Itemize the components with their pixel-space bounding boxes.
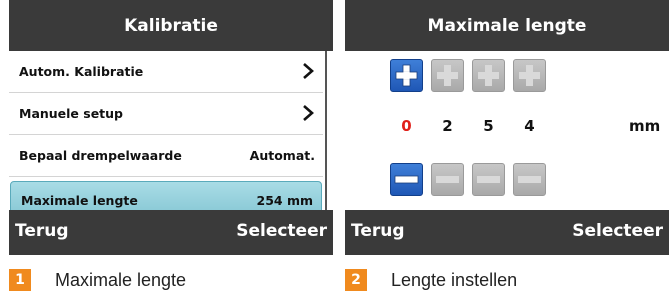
max-length-screen: Maximale lengte 0 2 5 4 mm Terug Selecte… — [345, 0, 669, 255]
decrement-digit-3-button[interactable] — [472, 163, 505, 196]
minus-icon — [477, 176, 500, 183]
menu-item-value: 254 mm — [256, 193, 314, 208]
menu-item-label: Manuele setup — [19, 106, 124, 121]
caption-text: Maximale lengte — [55, 269, 187, 290]
increment-digit-3-button[interactable] — [472, 59, 505, 92]
plus-icon — [478, 65, 499, 86]
plus-icon — [437, 65, 458, 86]
digit-3[interactable]: 5 — [472, 117, 505, 135]
soft-key-bar: Terug Selecteer — [9, 210, 333, 255]
chevron-right-icon — [303, 105, 314, 121]
decrement-digit-4-button[interactable] — [513, 163, 546, 196]
chevron-right-icon — [303, 63, 314, 79]
decrement-digit-1-button[interactable] — [390, 163, 423, 196]
decrement-row — [390, 163, 546, 196]
digit-4[interactable]: 4 — [513, 117, 546, 135]
step-number-badge: 1 — [9, 269, 31, 291]
back-button[interactable]: Terug — [15, 221, 69, 241]
minus-icon — [518, 176, 541, 183]
plus-icon — [519, 65, 540, 86]
menu-item-auto-calibration[interactable]: Autom. Kalibratie — [9, 51, 323, 93]
digit-1[interactable]: 0 — [390, 117, 423, 135]
increment-digit-1-button[interactable] — [390, 59, 423, 92]
step-number-badge: 2 — [345, 269, 367, 291]
scrollbar[interactable] — [325, 51, 327, 210]
decrement-digit-2-button[interactable] — [431, 163, 464, 196]
unit-label: mm — [629, 117, 661, 135]
menu-item-label: Bepaal drempelwaarde — [19, 148, 182, 163]
soft-key-bar: Terug Selecteer — [345, 210, 669, 255]
caption-1: 1 Maximale lengte — [9, 262, 186, 298]
caption-text: Lengte instellen — [391, 269, 518, 290]
menu-item-threshold[interactable]: Bepaal drempelwaarde Automat. — [9, 135, 323, 177]
calibration-menu: Autom. Kalibratie Manuele setup Bepaal d… — [9, 51, 323, 219]
menu-item-label: Autom. Kalibratie — [19, 64, 144, 79]
increment-row — [390, 59, 546, 92]
plus-icon — [395, 64, 418, 87]
increment-digit-4-button[interactable] — [513, 59, 546, 92]
menu-item-value: Automat. — [249, 148, 315, 163]
menu-item-label: Maximale lengte — [21, 193, 138, 208]
increment-digit-2-button[interactable] — [431, 59, 464, 92]
menu-item-manual-setup[interactable]: Manuele setup — [9, 93, 323, 135]
select-button[interactable]: Selecteer — [572, 221, 663, 241]
minus-icon — [394, 175, 419, 184]
digit-2[interactable]: 2 — [431, 117, 464, 135]
length-value-display: 0 2 5 4 mm — [345, 117, 669, 141]
back-button[interactable]: Terug — [351, 221, 405, 241]
calibration-screen: Kalibratie Autom. Kalibratie Manuele set… — [9, 0, 333, 255]
minus-icon — [436, 176, 459, 183]
caption-2: 2 Lengte instellen — [345, 262, 517, 298]
screen-title: Kalibratie — [9, 0, 333, 51]
screen-title: Maximale lengte — [345, 0, 669, 51]
select-button[interactable]: Selecteer — [236, 221, 327, 241]
